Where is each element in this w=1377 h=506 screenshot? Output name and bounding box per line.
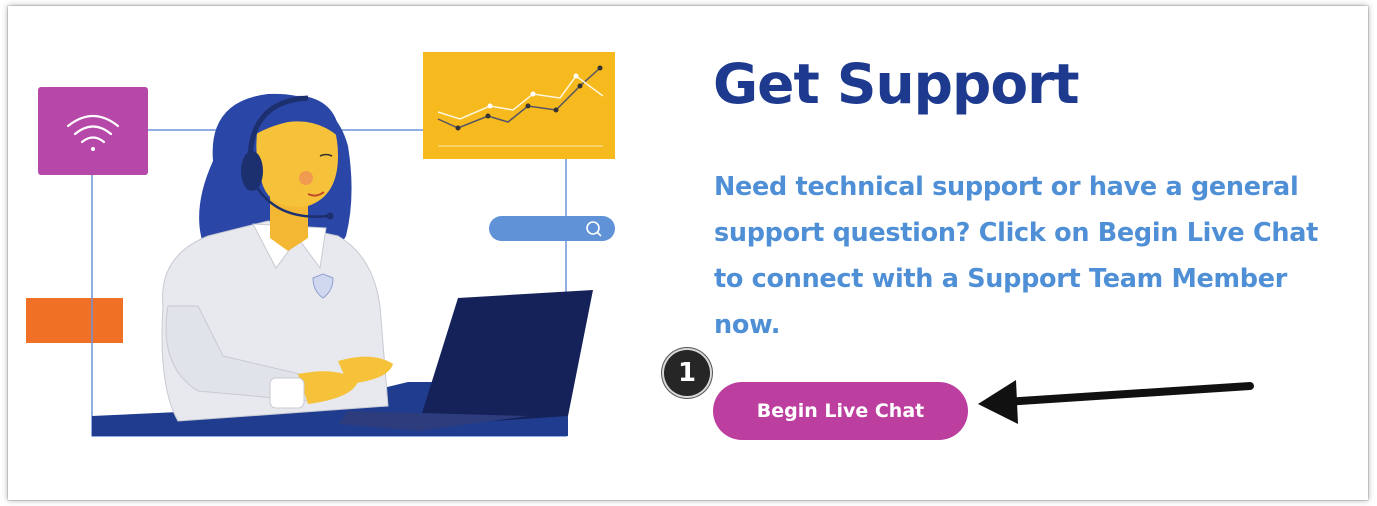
support-card: Get Support Need technical support or ha…: [8, 6, 1368, 500]
step-number-badge: 1: [664, 350, 710, 396]
orange-block: [26, 298, 123, 343]
page-title: Get Support: [713, 52, 1080, 116]
support-agent-illustration: [26, 52, 615, 437]
arrow-left-icon: [978, 380, 1254, 424]
search-bar: [489, 216, 615, 241]
wifi-tile: [38, 87, 148, 175]
laptop: [418, 290, 593, 426]
support-description: Need technical support or have a general…: [714, 172, 1319, 340]
begin-live-chat-button[interactable]: Begin Live Chat: [713, 382, 968, 440]
